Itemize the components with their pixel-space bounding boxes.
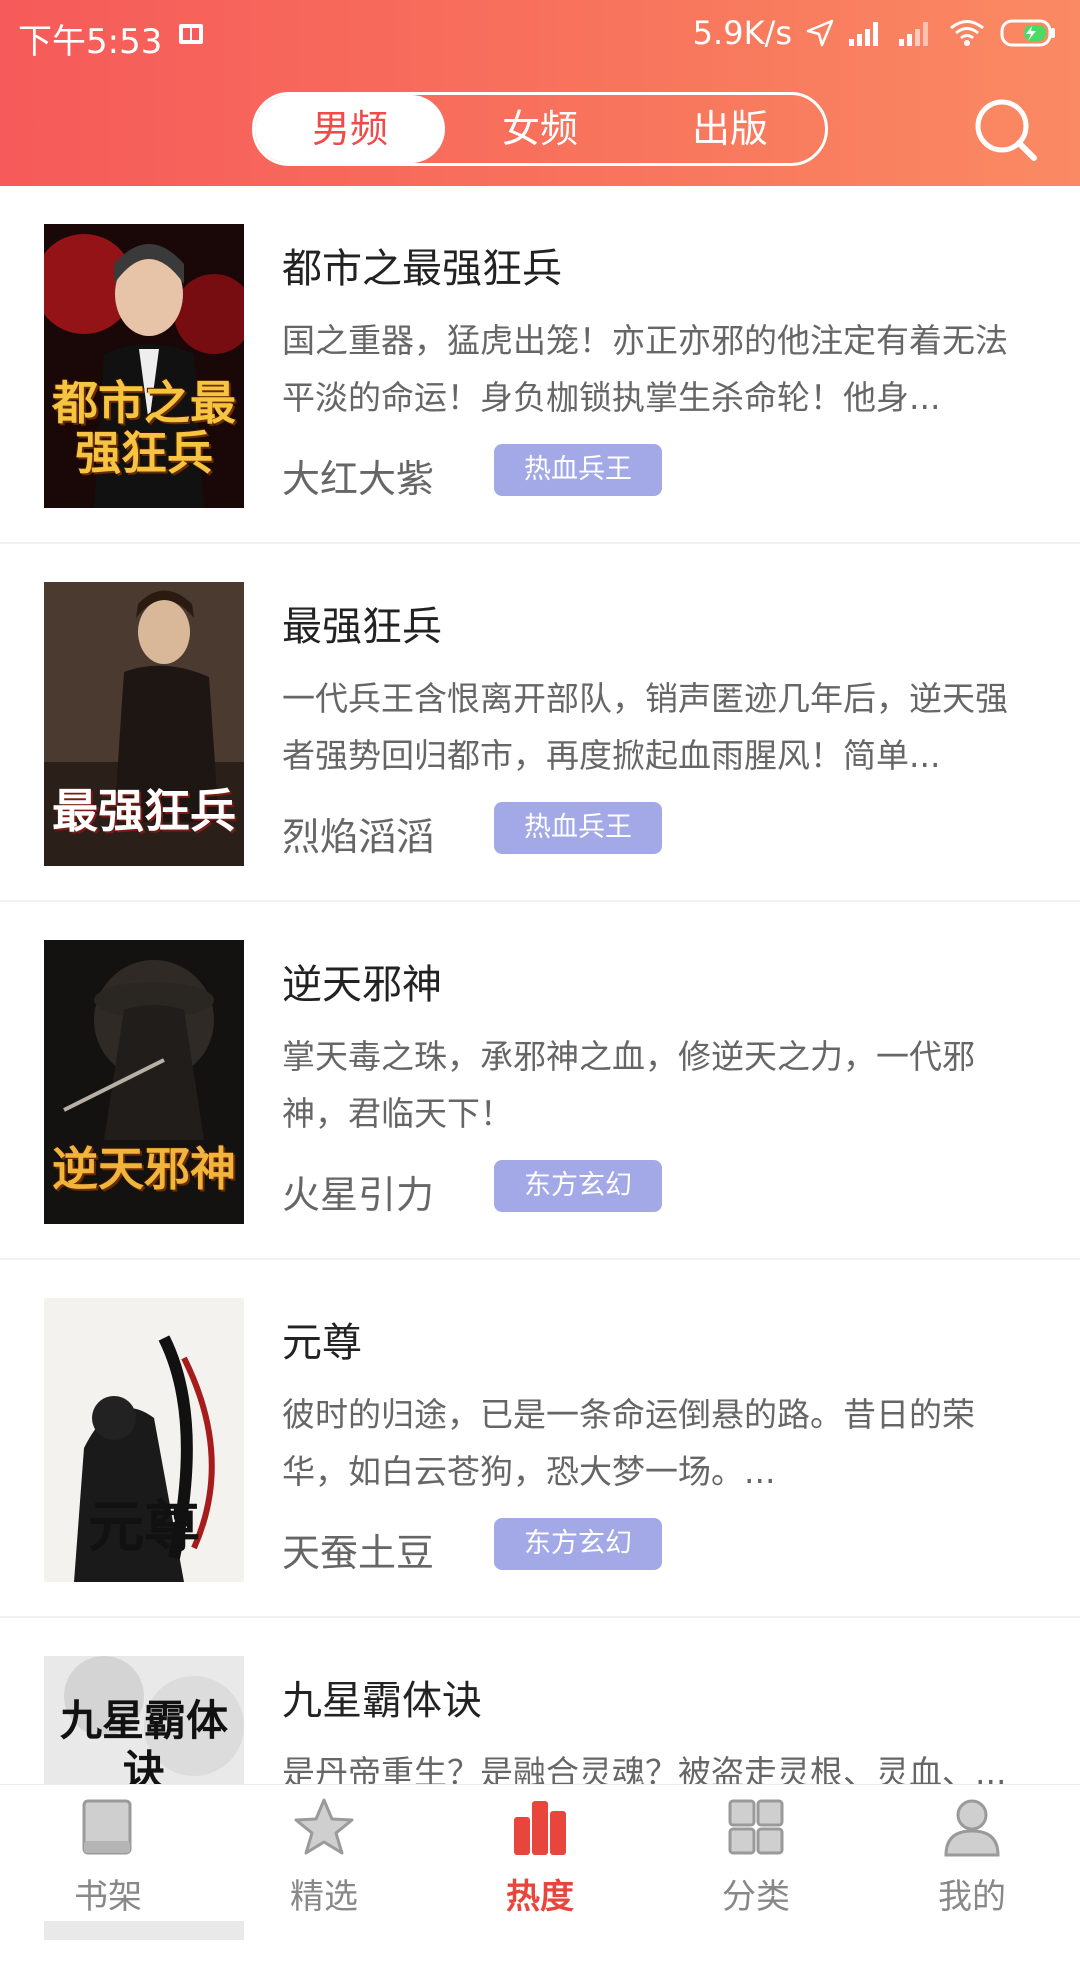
nav-label: 分类: [722, 1877, 790, 1917]
tab-female[interactable]: 女频: [445, 95, 635, 163]
status-bar: 下午5:53 5.9K/s: [0, 0, 1080, 74]
bar-chart-icon: [514, 1801, 566, 1855]
genre-tag[interactable]: 热血兵王: [494, 444, 662, 496]
book-item[interactable]: 元尊 元尊 彼时的归途，已是一条命运倒悬的路。昔日的荣华，如白云苍狗，恐大梦一场…: [0, 1260, 1080, 1618]
book-cover[interactable]: 最强狂兵: [44, 582, 244, 866]
genre-tag[interactable]: 东方玄幻: [494, 1518, 662, 1570]
bottom-navigation: 书架 精选 热度 分类 我的: [0, 1784, 1080, 1921]
book-list: 都市之最强狂兵 都市之最强狂兵 国之重器，猛虎出笼！亦正亦邪的他注定有着无法平淡…: [0, 186, 1080, 1976]
book-title[interactable]: 最强狂兵: [282, 594, 442, 652]
book-item[interactable]: 逆天邪神 逆天邪神 掌天毒之珠，承邪神之血，修逆天之力，一代邪神，君临天下！ 火…: [0, 902, 1080, 1260]
signal-icon-2: [899, 22, 928, 46]
book-description: 一代兵王含恨离开部队，销声匿迹几年后，逆天强者强势回归都市，再度掀起血雨腥风！简…: [282, 679, 1008, 775]
book-cover[interactable]: 都市之最强狂兵: [44, 224, 244, 508]
book-author: 烈焰滔滔: [282, 815, 435, 859]
location-arrow-icon: [806, 19, 834, 47]
nav-bookshelf[interactable]: 书架: [0, 1785, 216, 1921]
cover-title-art: 都市之最强狂兵: [52, 376, 236, 480]
app-header: 下午5:53 5.9K/s 男频 女频 出版: [0, 0, 1080, 186]
nav-label: 精选: [290, 1877, 358, 1917]
book-title[interactable]: 九星霸体诀: [282, 1668, 482, 1726]
signal-icon: [849, 22, 878, 46]
cover-title-art: 九星霸体诀: [59, 1696, 228, 1795]
book-description: 掌天毒之珠，承邪神之血，修逆天之力，一代邪神，君临天下！: [282, 1037, 975, 1133]
book-item[interactable]: 最强狂兵 最强狂兵 一代兵王含恨离开部队，销声匿迹几年后，逆天强者强势回归都市，…: [0, 544, 1080, 902]
book-description: 彼时的归途，已是一条命运倒悬的路。昔日的荣华，如白云苍狗，恐大梦一场。...: [282, 1395, 975, 1491]
nav-label: 书架: [74, 1877, 142, 1917]
genre-tag[interactable]: 热血兵王: [494, 802, 662, 854]
book-cover[interactable]: 元尊: [44, 1298, 244, 1582]
nav-category[interactable]: 分类: [648, 1785, 864, 1921]
channel-tab-switch: 男频 女频 出版: [252, 92, 828, 166]
wifi-icon: [950, 20, 984, 46]
nav-hot[interactable]: 热度: [432, 1785, 648, 1921]
book-cover[interactable]: 逆天邪神: [44, 940, 244, 1224]
star-icon: [294, 1798, 354, 1855]
book-author: 大红大紫: [282, 457, 435, 501]
user-icon: [944, 1799, 1000, 1857]
book-item[interactable]: 都市之最强狂兵 都市之最强狂兵 国之重器，猛虎出笼！亦正亦邪的他注定有着无法平淡…: [0, 186, 1080, 544]
nav-profile[interactable]: 我的: [864, 1785, 1080, 1921]
search-icon[interactable]: [972, 96, 1040, 164]
book-title[interactable]: 都市之最强狂兵: [282, 236, 562, 294]
battery-icon: [1000, 19, 1055, 47]
tab-male[interactable]: 男频: [255, 95, 445, 163]
genre-tag[interactable]: 东方玄幻: [494, 1160, 662, 1212]
grid-icon: [728, 1799, 784, 1855]
nav-label: 热度: [506, 1877, 574, 1917]
tab-publish[interactable]: 出版: [635, 95, 825, 163]
book-author: 火星引力: [282, 1173, 435, 1217]
book-title[interactable]: 逆天邪神: [282, 952, 442, 1010]
network-speed: 5.9K/s: [692, 14, 792, 52]
cover-title-art: 最强狂兵: [52, 784, 236, 838]
notification-book-icon: [179, 24, 203, 44]
book-icon: [82, 1799, 132, 1855]
nav-label: 我的: [938, 1877, 1006, 1917]
book-author: 天蚕土豆: [282, 1531, 435, 1575]
book-title[interactable]: 元尊: [282, 1310, 362, 1368]
cover-title-art: 元尊: [88, 1494, 200, 1560]
cover-title-art: 逆天邪神: [52, 1142, 236, 1196]
nav-featured[interactable]: 精选: [216, 1785, 432, 1921]
status-time: 下午5:53: [18, 22, 163, 62]
book-description: 国之重器，猛虎出笼！亦正亦邪的他注定有着无法平淡的命运！身负枷锁执掌生杀命轮！他…: [282, 321, 1008, 417]
